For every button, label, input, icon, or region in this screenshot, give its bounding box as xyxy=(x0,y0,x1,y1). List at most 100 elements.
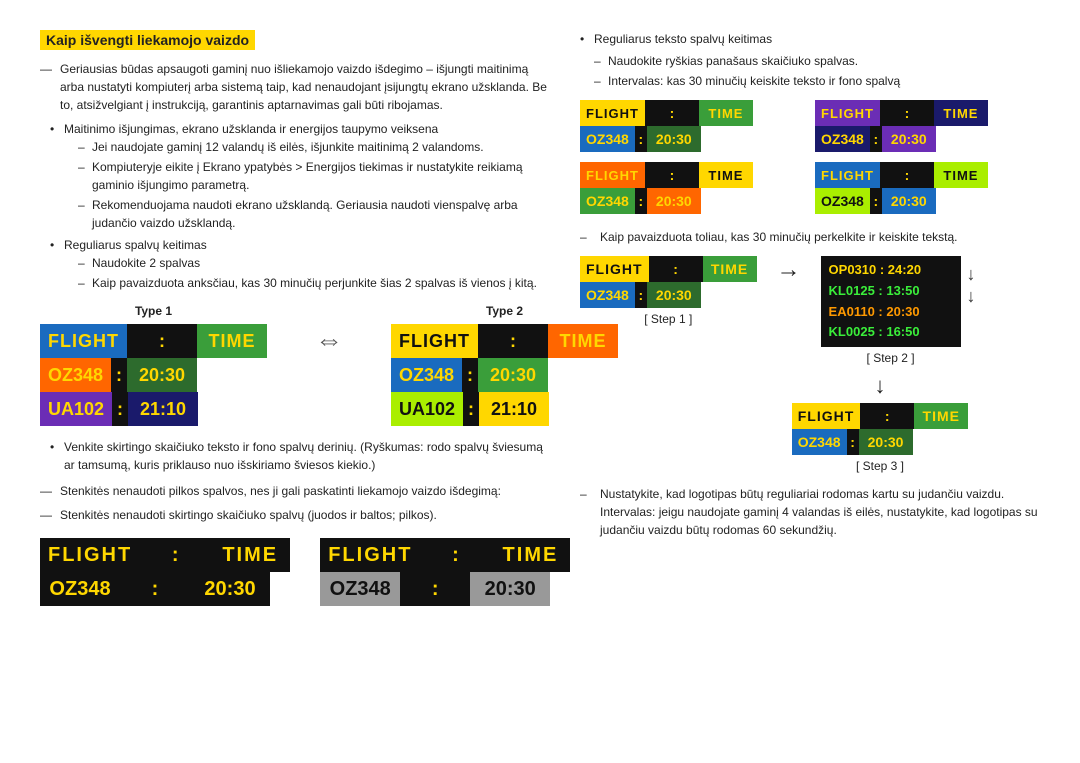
mini4-header: FLIGHT : TIME xyxy=(815,162,1040,188)
type1-time-header: TIME xyxy=(197,324,267,358)
type1-2110: 21:10 xyxy=(128,392,198,426)
mini2-row1: OZ348 : 20:30 xyxy=(815,126,1040,152)
mini1-header: FLIGHT : TIME xyxy=(580,100,805,126)
bottom2-colon1: : xyxy=(400,572,470,606)
bottom1-colon1: : xyxy=(120,572,190,606)
mini2-2030: 20:30 xyxy=(882,126,936,152)
mini1-flight: FLIGHT xyxy=(580,100,645,126)
bottom2-time: TIME xyxy=(490,538,570,572)
mini2-flight: FLIGHT xyxy=(815,100,880,126)
scroll-row-1: OP0310 : 24:20 xyxy=(829,260,953,281)
mini4-time: TIME xyxy=(934,162,988,188)
step1-row1: OZ348 : 20:30 xyxy=(580,282,757,308)
mini3-header: FLIGHT : TIME xyxy=(580,162,805,188)
type2-2030: 20:30 xyxy=(478,358,548,392)
type1-flight-header: FLIGHT xyxy=(40,324,127,358)
mini1-row1: OZ348 : 20:30 xyxy=(580,126,805,152)
sub-list-2: Naudokite 2 spalvas Kaip pavaizduota ank… xyxy=(64,254,550,292)
step3-row1: OZ348 : 20:30 xyxy=(792,429,969,455)
bottom-board-2: FLIGHT : TIME OZ348 : xyxy=(320,538,570,606)
right-grid: FLIGHT : TIME OZ348 : 20:30 FLIGHT : TIM… xyxy=(580,100,1040,214)
step1-header: FLIGHT : TIME xyxy=(580,256,757,282)
swap-arrow: ⇔ xyxy=(307,324,351,356)
bottom-board-1: FLIGHT : TIME OZ348 : xyxy=(40,538,290,606)
down-arrow-1: ↓ xyxy=(967,264,976,286)
steps-section: FLIGHT : TIME OZ348 : 20:30 [ Step 1 ] → xyxy=(580,256,1040,473)
mini1-time: TIME xyxy=(699,100,753,126)
mini4-2030: 20:30 xyxy=(882,188,936,214)
type1-colon1: : xyxy=(111,358,127,392)
type1-block: Type 1 FLIGHT : TIME xyxy=(40,304,267,426)
type1-2030: 20:30 xyxy=(127,358,197,392)
sub-item-1-1: Jei naudojate gaminį 12 valandų iš eilės… xyxy=(78,138,550,156)
mini2-colon1: : xyxy=(870,126,882,152)
step3-board: FLIGHT : TIME OZ348 : 20:30 xyxy=(792,403,969,455)
step2-scrolling: OP0310 : 24:20 KL0125 : 13:50 EA0110 : 2… xyxy=(821,256,961,347)
page-container: Kaip išvengti liekamojo vaizdo Geriausia… xyxy=(40,30,1040,606)
bottom-bullet-1: Venkite skirtingo skaičiuko teksto ir fo… xyxy=(50,438,550,474)
step1-board: FLIGHT : TIME OZ348 : 20:30 xyxy=(580,256,757,308)
right-column: Reguliarus teksto spalvų keitimas Naudok… xyxy=(580,30,1040,606)
bottom2-2030: 20:30 xyxy=(470,572,550,606)
step1-2030: 20:30 xyxy=(647,282,701,308)
type2-ua102: UA102 xyxy=(391,392,463,426)
mini1-colon-h: : xyxy=(645,100,699,126)
step3-colon-h: : xyxy=(860,403,914,429)
mini-board-3: FLIGHT : TIME OZ348 : 20:30 xyxy=(580,162,805,214)
mini2-header: FLIGHT : TIME xyxy=(815,100,1040,126)
main-bullet-list: Maitinimo išjungimas, ekrano užsklanda i… xyxy=(40,120,550,292)
bottom1-2030: 20:30 xyxy=(190,572,270,606)
scroll-row-2: KL0125 : 13:50 xyxy=(829,281,953,302)
step1-colon1: : xyxy=(635,282,647,308)
mini4-colon-h: : xyxy=(880,162,934,188)
mini2-time: TIME xyxy=(934,100,988,126)
step1-2-row: FLIGHT : TIME OZ348 : 20:30 [ Step 1 ] → xyxy=(580,256,1040,365)
bottom1-header: FLIGHT : TIME xyxy=(40,538,290,572)
mini4-oz348: OZ348 xyxy=(815,188,870,214)
mini-board-2: FLIGHT : TIME OZ348 : 20:30 xyxy=(815,100,1040,152)
dash-sub-1: Kaip pavaizduota toliau, kas 30 minučių … xyxy=(580,228,1040,246)
intro-text: Geriausias būdas apsaugoti gaminį nuo iš… xyxy=(40,60,550,114)
mini2-colon-h: : xyxy=(880,100,934,126)
step2-board-wrap: OP0310 : 24:20 KL0125 : 13:50 EA0110 : 2… xyxy=(821,256,961,365)
bottom1-time: TIME xyxy=(210,538,290,572)
sub-item-2-1: Naudokite 2 spalvas xyxy=(78,254,550,272)
left-column: Kaip išvengti liekamojo vaizdo Geriausia… xyxy=(40,30,550,606)
step3-oz348: OZ348 xyxy=(792,429,847,455)
mini4-colon1: : xyxy=(870,188,882,214)
bullet-item-2: Reguliarus spalvų keitimas Naudokite 2 s… xyxy=(50,236,550,292)
step3-header: FLIGHT : TIME xyxy=(792,403,969,429)
type2-colon-header: : xyxy=(478,324,548,358)
step1-flight: FLIGHT xyxy=(580,256,649,282)
step3-label: [ Step 3 ] xyxy=(856,459,904,473)
bottom2-flight: FLIGHT xyxy=(320,538,420,572)
type1-row1: OZ348 : 20:30 xyxy=(40,358,267,392)
down-arrow-2: ↓ xyxy=(967,286,976,308)
step1-label: [ Step 1 ] xyxy=(580,312,757,326)
mini3-time: TIME xyxy=(699,162,753,188)
sub-item-2-2: Kaip pavaizduota anksčiau, kas 30 minuči… xyxy=(78,274,550,292)
type2-flight-header: FLIGHT xyxy=(391,324,478,358)
mini1-oz348: OZ348 xyxy=(580,126,635,152)
step3-flight: FLIGHT xyxy=(792,403,861,429)
bottom1-flight: FLIGHT xyxy=(40,538,140,572)
right-sub-2: Intervalas: kas 30 minučių keiskite teks… xyxy=(580,72,1040,90)
bottom2-header: FLIGHT : TIME xyxy=(320,538,570,572)
sub-item-1-3: Rekomenduojama naudoti ekrano užsklandą.… xyxy=(78,196,550,232)
bottom2-colon-h: : xyxy=(420,538,490,572)
mini3-2030: 20:30 xyxy=(647,188,701,214)
bottom-dash-1: Stenkitės nenaudoti pilkos spalvos, nes … xyxy=(40,482,550,500)
mini4-flight: FLIGHT xyxy=(815,162,880,188)
bottom2-oz348: OZ348 xyxy=(320,572,400,606)
down-arrows: ↓ ↓ xyxy=(967,256,976,307)
right-sub-1: Naudokite ryškias panašaus skaičiuko spa… xyxy=(580,52,1040,70)
type1-board: FLIGHT : TIME OZ348 : xyxy=(40,324,267,426)
scroll-row-4: KL0025 : 16:50 xyxy=(829,322,953,343)
type1-colon2: : xyxy=(112,392,128,426)
mini-board-1: FLIGHT : TIME OZ348 : 20:30 xyxy=(580,100,805,152)
type1-ua102: UA102 xyxy=(40,392,112,426)
mini1-colon1: : xyxy=(635,126,647,152)
sub-item-1-2: Kompiuteryje eikite į Ekrano ypatybės > … xyxy=(78,158,550,194)
bottom2-row1: OZ348 : 20:30 xyxy=(320,572,570,606)
step1-time: TIME xyxy=(703,256,757,282)
